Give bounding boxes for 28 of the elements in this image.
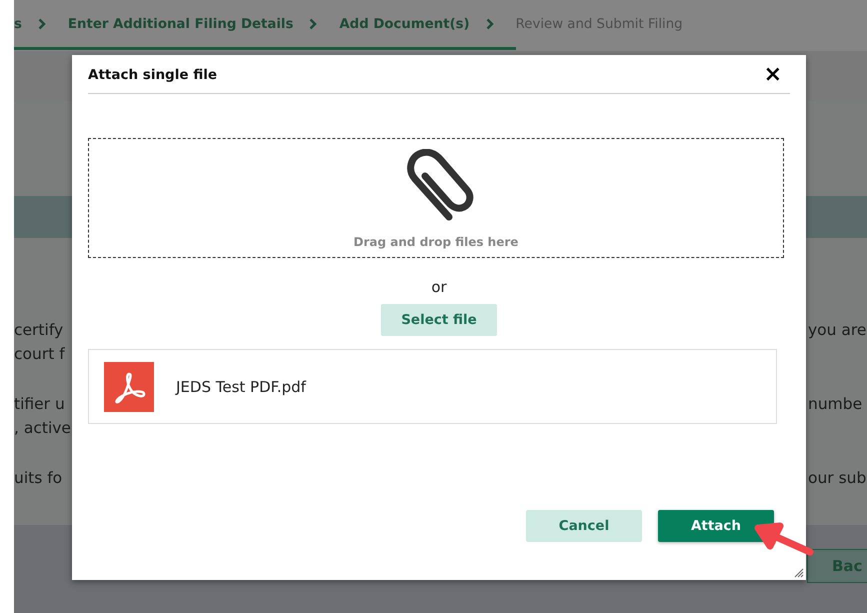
paragraph-text: court f [14, 344, 65, 365]
arrow-icon [754, 522, 814, 556]
file-name: JEDS Test PDF.pdf [176, 378, 306, 396]
cancel-button[interactable]: Cancel [526, 510, 642, 542]
chevron-icon [309, 18, 318, 30]
step-tab[interactable]: Enter Additional Filing Details [68, 16, 294, 32]
paragraph-text: numbe [808, 394, 864, 415]
close-button[interactable]: × [756, 64, 790, 86]
paragraph-text: you are [808, 320, 867, 341]
paragraph-text: tifier u [14, 394, 65, 415]
paragraph-text: our sub [808, 468, 867, 489]
paragraph-text: uits fo [14, 468, 62, 489]
pdf-icon [104, 362, 154, 412]
or-text: or [430, 278, 448, 296]
drop-hint: Drag and drop files here [354, 235, 518, 249]
attach-button[interactable]: Attach [658, 510, 774, 542]
paragraph-text: certify [14, 320, 64, 341]
paragraph-text: , active [14, 418, 71, 439]
step-tab[interactable]: Add Document(s) [339, 16, 470, 32]
resize-grip-icon[interactable] [794, 568, 804, 578]
step-tab[interactable]: s [14, 16, 22, 32]
select-file-button[interactable]: Select file [381, 304, 497, 336]
chevron-icon [486, 18, 494, 30]
chevron-icon [38, 18, 46, 30]
back-button[interactable]: Bac [807, 549, 867, 583]
drop-zone[interactable]: Drag and drop files here [88, 138, 784, 258]
dialog-title: Attach single file [88, 67, 217, 83]
step-tab[interactable]: Review and Submit Filing [516, 16, 683, 32]
